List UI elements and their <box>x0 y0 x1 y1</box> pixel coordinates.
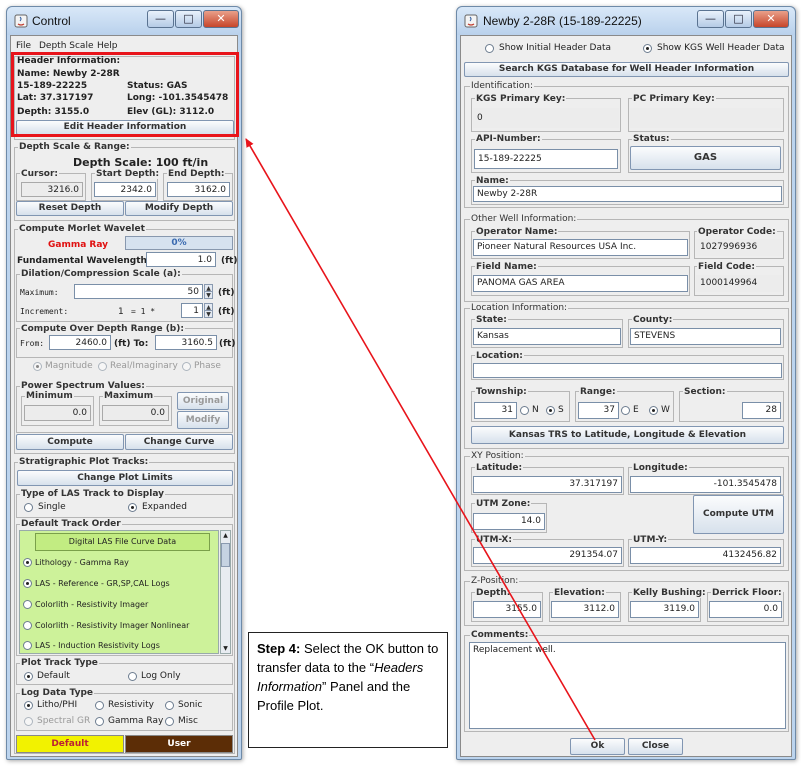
arrow-overlay <box>245 138 596 741</box>
arrow-line <box>245 138 596 741</box>
